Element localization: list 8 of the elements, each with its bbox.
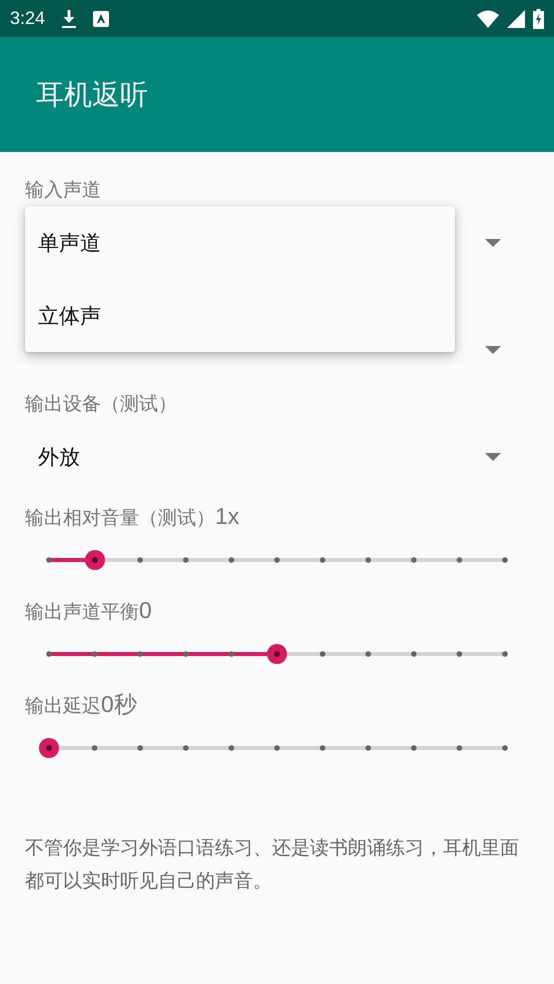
field-label: 输入声道: [25, 178, 101, 203]
slider-label: 输出声道平衡0: [25, 596, 152, 624]
description-text: 不管你是学习外语口语练习、还是读书朗诵练习，耳机里面都可以实时听见自己的声音。: [25, 836, 520, 894]
app-title: 耳机返听: [36, 76, 148, 112]
slider-label: 输出延迟0秒: [25, 690, 137, 718]
field-label: 输出设备（测试）: [25, 392, 177, 417]
status-time: 3:24: [10, 8, 46, 29]
slider-label: 输出相对音量（测试）1x: [25, 502, 240, 530]
